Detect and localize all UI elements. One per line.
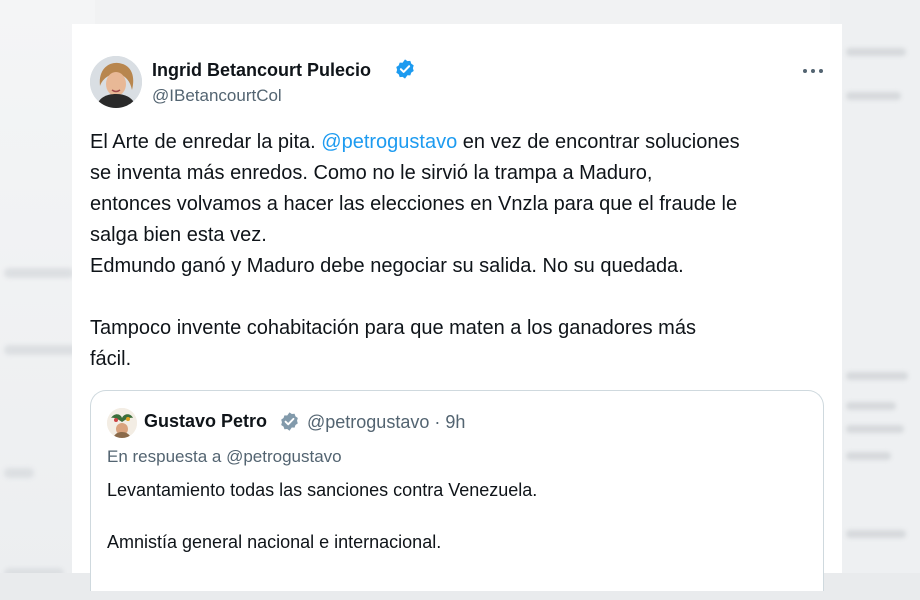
tweet-line: El Arte de enredar la pita. @petrogustav…	[90, 127, 840, 158]
tweet-line: entonces volvamos a hacer las elecciones…	[90, 193, 738, 215]
quoted-avatar[interactable]	[107, 408, 137, 438]
reply-to-label: En respuesta a @petrogustavo	[107, 447, 342, 466]
quoted-handle-time[interactable]: @petrogustavo · 9h	[307, 412, 465, 433]
mention-link[interactable]: @petrogustavo	[321, 131, 457, 153]
tweet-line: Tampoco invente cohabitación para que ma…	[90, 317, 696, 339]
background-right-panel	[830, 0, 920, 600]
quoted-text-line: Levantamiento todas las sanciones contra…	[107, 480, 538, 500]
blurred-text	[846, 530, 906, 538]
ellipsis-icon	[803, 69, 807, 73]
quoted-text-line: Amnistía general nacional e internaciona…	[107, 532, 442, 552]
blurred-text	[846, 92, 901, 100]
avatar-portrait-icon	[90, 56, 142, 108]
more-options-button[interactable]	[798, 62, 828, 80]
tweet-text-segment: en vez de encontrar soluciones	[457, 131, 740, 153]
blurred-text	[846, 402, 896, 410]
tweet-line: Edmundo ganó y Maduro debe negociar su s…	[90, 255, 684, 277]
verified-badge-icon	[396, 59, 414, 79]
blurred-text	[846, 372, 908, 380]
author-name[interactable]: Ingrid Betancourt Pulecio	[152, 60, 371, 81]
blurred-text	[846, 452, 891, 460]
blurred-text	[846, 425, 904, 433]
ellipsis-dot	[811, 69, 815, 73]
avatar[interactable]	[90, 56, 142, 108]
quoted-tweet[interactable]: Gustavo Petro @petrogustavo · 9h En resp…	[90, 390, 824, 591]
tweet-card: Ingrid Betancourt Pulecio @IBetancourtCo…	[72, 24, 842, 591]
blurred-text	[4, 468, 34, 478]
tweet-text-segment: El Arte de enredar la pita.	[90, 131, 316, 153]
tweet-line: se inventa más enredos. Como no le sirvi…	[90, 162, 653, 184]
tweet-line: fácil.	[90, 348, 132, 370]
tweet-text: El Arte de enredar la pita. @petrogustav…	[90, 127, 840, 375]
quoted-author-name[interactable]: Gustavo Petro	[144, 411, 267, 432]
blurred-text	[4, 345, 79, 355]
author-handle[interactable]: @IBetancourtCol	[152, 86, 282, 106]
blurred-text	[846, 48, 906, 56]
ellipsis-dot	[819, 69, 823, 73]
quoted-avatar-icon	[107, 408, 137, 438]
verified-badge-gray-icon	[281, 412, 298, 431]
tweet-line: salga bien esta vez.	[90, 224, 267, 246]
blurred-text	[4, 268, 74, 278]
